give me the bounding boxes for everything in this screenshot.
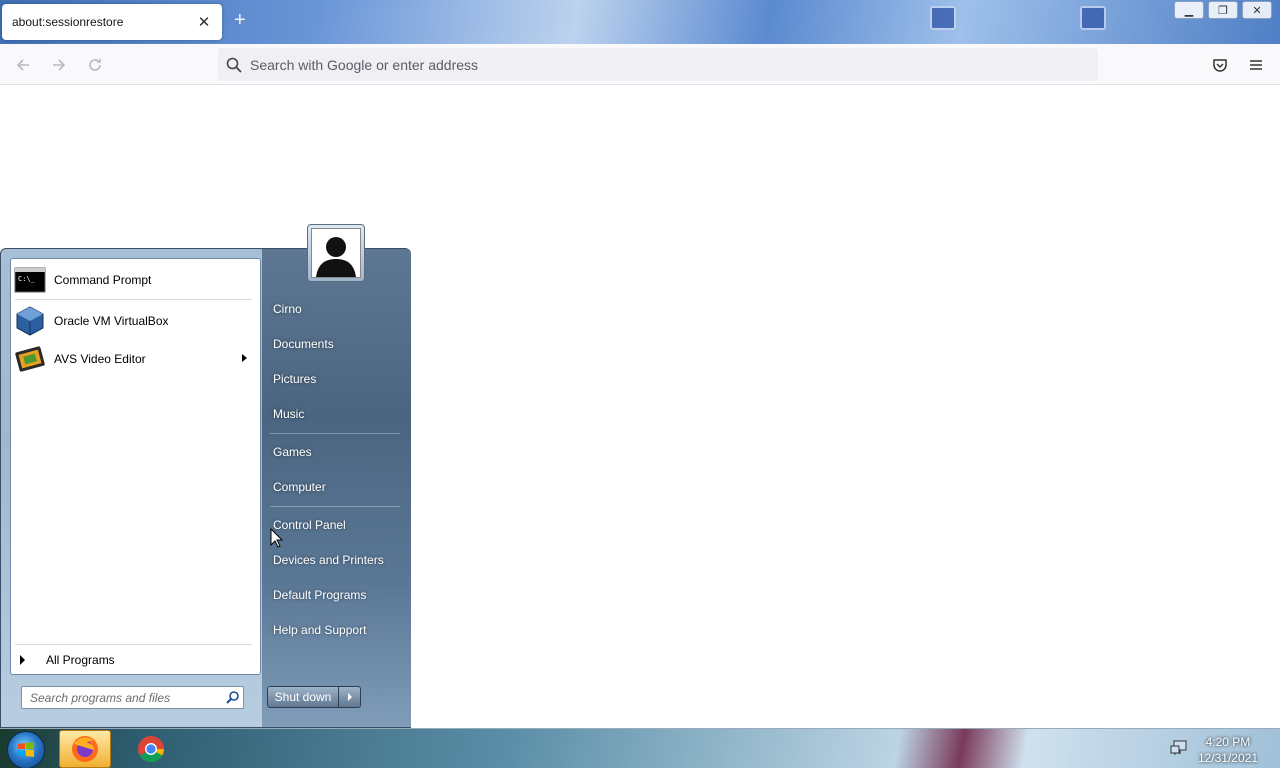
divider — [15, 644, 252, 645]
clock-time: 4:20 PM — [1205, 735, 1251, 749]
address-bar[interactable]: Search with Google or enter address — [218, 48, 1098, 81]
arrow-right-icon — [20, 655, 25, 665]
virtualbox-icon — [16, 306, 44, 336]
start-item-documents[interactable]: Documents — [273, 337, 334, 351]
submenu-arrow-icon[interactable] — [242, 354, 247, 362]
menu-icon[interactable] — [1243, 52, 1269, 78]
search-icon[interactable] — [223, 690, 243, 706]
divider — [270, 433, 400, 434]
back-icon[interactable] — [10, 52, 36, 78]
video-editor-icon — [15, 346, 45, 372]
command-prompt-icon: C:\_ — [14, 267, 46, 293]
svg-text:C:\_: C:\_ — [18, 275, 36, 283]
start-item-devices-printers[interactable]: Devices and Printers — [273, 553, 384, 567]
restore-icon[interactable]: ❐ — [1208, 1, 1238, 19]
windows-logo-icon — [18, 742, 34, 757]
start-item-computer[interactable]: Computer — [273, 480, 326, 494]
desktop-icon-backdrop — [1080, 6, 1106, 30]
clock-date: 12/31/2021 — [1197, 751, 1258, 765]
divider — [15, 299, 252, 300]
minimize-icon[interactable]: ▁ — [1174, 1, 1204, 19]
pocket-icon[interactable] — [1207, 52, 1233, 78]
start-item-music[interactable]: Music — [273, 407, 304, 421]
shutdown-options-button[interactable] — [339, 686, 361, 708]
programs-pane: C:\_ Command Prompt Oracle VM VirtualBox… — [10, 258, 261, 675]
forward-icon[interactable] — [46, 52, 72, 78]
firefox-icon — [72, 736, 98, 762]
user-picture[interactable] — [307, 224, 365, 282]
close-icon[interactable]: ✕ — [196, 13, 212, 31]
all-programs-button[interactable]: All Programs — [12, 649, 259, 671]
search-icon — [226, 57, 242, 73]
shutdown-group: Shut down — [267, 686, 361, 708]
start-item-help-support[interactable]: Help and Support — [273, 623, 366, 637]
taskbar-chrome-button[interactable] — [125, 730, 177, 768]
system-clock[interactable]: 4:20 PM 12/31/2021 — [1198, 734, 1258, 766]
start-search-input[interactable]: Search programs and files — [21, 686, 244, 709]
close-window-icon[interactable]: ✕ — [1242, 1, 1272, 19]
tab-session-restore[interactable]: about:sessionrestore ✕ — [2, 4, 222, 40]
chevron-right-icon — [347, 693, 352, 701]
start-menu: C:\_ Command Prompt Oracle VM VirtualBox… — [0, 248, 411, 728]
program-avs-video-editor[interactable]: AVS Video Editor — [12, 340, 259, 378]
shutdown-button[interactable]: Shut down — [267, 686, 339, 708]
start-item-pictures[interactable]: Pictures — [273, 372, 316, 386]
divider — [270, 506, 400, 507]
start-button[interactable] — [7, 731, 45, 768]
reload-icon[interactable] — [82, 52, 108, 78]
taskbar-firefox-button[interactable] — [59, 730, 111, 768]
start-item-games[interactable]: Games — [273, 445, 312, 459]
mouse-cursor-icon — [270, 528, 284, 548]
start-item-default-programs[interactable]: Default Programs — [273, 588, 366, 602]
program-command-prompt[interactable]: C:\_ Command Prompt — [12, 261, 259, 299]
navigation-toolbar: Search with Google or enter address — [0, 44, 1280, 85]
desktop-icon-backdrop — [930, 6, 956, 30]
chrome-icon — [138, 736, 165, 763]
user-avatar-icon — [316, 237, 356, 277]
window-controls: ▁ ❐ ✕ — [1174, 1, 1272, 19]
network-icon[interactable] — [1170, 740, 1188, 756]
tab-title: about:sessionrestore — [12, 15, 124, 29]
address-placeholder: Search with Google or enter address — [250, 56, 479, 73]
tab-strip: about:sessionrestore ✕ + ▁ ❐ ✕ — [0, 0, 1280, 44]
taskbar: 4:20 PM 12/31/2021 — [0, 728, 1280, 768]
program-virtualbox[interactable]: Oracle VM VirtualBox — [12, 302, 259, 340]
start-item-user[interactable]: Cirno — [273, 302, 302, 316]
plus-icon[interactable]: + — [234, 10, 246, 30]
